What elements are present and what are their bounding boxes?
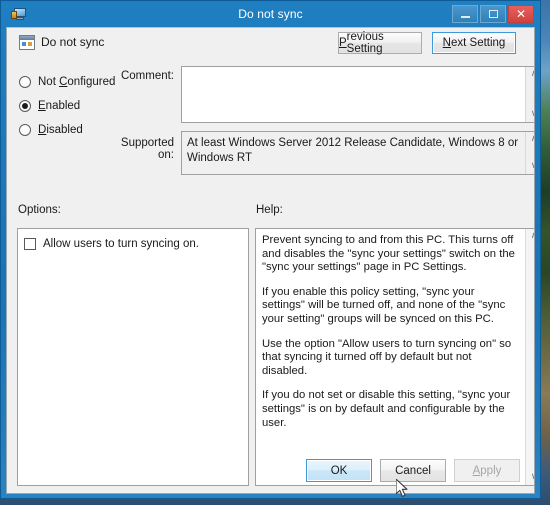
scroll-down-icon[interactable]: ∨: [531, 159, 534, 174]
action-buttons: OK Cancel Apply: [306, 459, 520, 482]
supported-on-value: At least Windows Server 2012 Release Can…: [182, 132, 525, 174]
apply-label: pply: [480, 464, 502, 477]
previous-setting-mnemonic: P: [339, 37, 347, 49]
allow-users-to-turn-syncing-on-checkbox[interactable]: [24, 238, 36, 250]
title-bar[interactable]: Do not sync ✕: [6, 1, 535, 27]
supported-on-label: Supported on:: [120, 137, 174, 161]
options-pane: Allow users to turn syncing on.: [17, 228, 249, 486]
setting-title: Do not sync: [41, 35, 105, 49]
setting-header: Do not sync Previous Setting Next Settin…: [7, 28, 534, 58]
supported-on-scrollbar[interactable]: ∧ ∨: [525, 132, 534, 174]
close-button[interactable]: ✕: [508, 5, 534, 23]
allow-users-to-turn-syncing-on-label: Allow users to turn syncing on.: [43, 238, 199, 250]
comment-scrollbar[interactable]: ∧ ∨: [525, 67, 534, 122]
next-setting-button[interactable]: Next Setting: [432, 32, 516, 54]
apply-mnemonic: A: [472, 464, 481, 477]
do-not-sync-dialog-window: Do not sync ✕ Do not sync Previous Setti…: [0, 0, 541, 499]
help-label: Help:: [256, 204, 283, 216]
close-icon: ✕: [515, 7, 527, 21]
help-text: Prevent syncing to and from this PC. Thi…: [256, 229, 525, 485]
scroll-up-icon[interactable]: ∧: [531, 132, 534, 147]
policy-setting-icon: [19, 35, 35, 50]
setting-navigation: Previous Setting Next Setting: [338, 31, 516, 55]
allow-users-to-turn-syncing-on-checkbox-row[interactable]: Allow users to turn syncing on.: [24, 238, 248, 250]
help-paragraph: Prevent syncing to and from this PC. Thi…: [262, 234, 515, 274]
radio-disabled-indicator: [19, 124, 31, 136]
ok-button[interactable]: OK: [306, 459, 372, 482]
apply-button: Apply: [454, 459, 520, 482]
window-controls: ✕: [452, 5, 535, 23]
previous-setting-button[interactable]: Previous Setting: [338, 31, 422, 55]
help-scrollbar[interactable]: ∧ ∨: [525, 229, 534, 485]
next-setting-mnemonic: N: [442, 37, 451, 49]
comment-label: Comment:: [120, 70, 174, 82]
scroll-down-icon[interactable]: ∨: [531, 107, 534, 122]
dialog-action-bar: OK Cancel Apply: [7, 451, 534, 493]
cancel-button[interactable]: Cancel: [380, 459, 446, 482]
scroll-up-icon[interactable]: ∧: [531, 67, 534, 82]
pane-labels: Options: Help:: [7, 204, 534, 222]
dialog-client-area: Do not sync Previous Setting Next Settin…: [6, 27, 535, 494]
maximize-icon: [488, 10, 498, 18]
help-paragraph: Use the option "Allow users to turn sync…: [262, 337, 512, 377]
radio-enabled-label: Enabled: [38, 100, 81, 112]
previous-setting-label: revious Setting: [346, 31, 384, 55]
help-paragraph: If you enable this policy setting, "sync…: [262, 285, 506, 325]
comment-textbox[interactable]: ∧ ∨: [181, 66, 534, 123]
radio-not-configured-indicator: [19, 76, 31, 88]
maximize-button[interactable]: [480, 5, 506, 23]
help-paragraph: If you do not set or disable this settin…: [262, 389, 511, 429]
scroll-up-icon[interactable]: ∧: [531, 229, 534, 244]
supported-on-textbox: At least Windows Server 2012 Release Can…: [181, 131, 534, 175]
comment-value[interactable]: [182, 67, 525, 122]
radio-disabled-label: Disabled: [38, 124, 83, 136]
next-setting-label: ext Setting: [450, 37, 506, 49]
minimize-button[interactable]: [452, 5, 478, 23]
help-pane: Prevent syncing to and from this PC. Thi…: [255, 228, 534, 486]
radio-enabled-indicator: [19, 100, 31, 112]
minimize-icon: [460, 15, 470, 18]
options-label: Options:: [18, 204, 61, 216]
radio-enabled[interactable]: Enabled: [19, 94, 124, 118]
state-section: Not Configured Enabled Disabled Comment:…: [7, 58, 534, 198]
computer-monitor-icon: [11, 6, 27, 22]
